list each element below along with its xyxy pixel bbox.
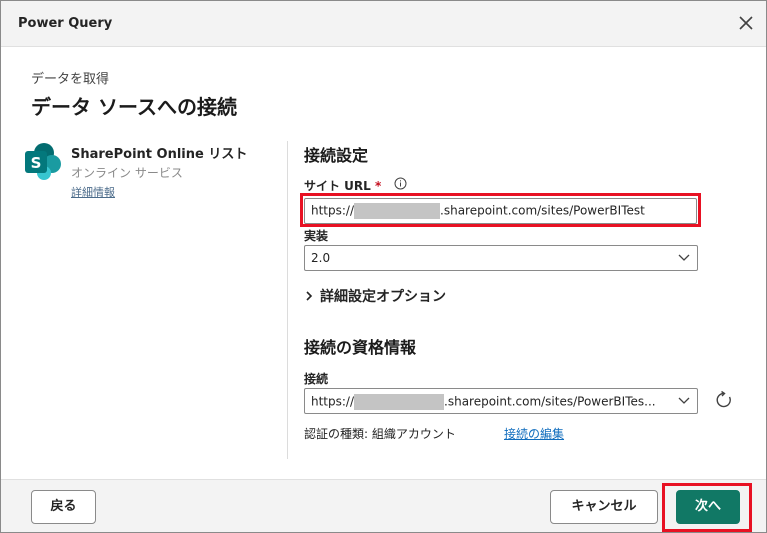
info-icon[interactable] xyxy=(394,177,407,190)
title-bar: Power Query xyxy=(1,1,766,47)
edit-connection-link[interactable]: 接続の編集 xyxy=(504,425,564,442)
site-url-label: サイト URL * xyxy=(304,179,382,193)
redacted-tenant xyxy=(354,203,441,219)
refresh-icon[interactable] xyxy=(714,390,734,410)
implementation-label: 実装 xyxy=(304,229,329,243)
auth-type-label: 認証の種類: 組織アカウント xyxy=(304,427,456,441)
required-marker: * xyxy=(375,179,382,193)
connection-settings-heading: 接続設定 xyxy=(304,146,369,165)
connection-label: 接続 xyxy=(304,372,329,386)
implementation-select[interactable]: 2.0 xyxy=(304,245,698,271)
cancel-button[interactable]: キャンセル xyxy=(550,490,658,524)
advanced-options-toggle[interactable]: 詳細設定オプション xyxy=(304,286,446,306)
window-title: Power Query xyxy=(18,16,113,31)
dialog-footer: 戻る キャンセル 次へ xyxy=(1,479,766,532)
implementation-value: 2.0 xyxy=(311,251,331,265)
breadcrumb: データを取得 xyxy=(31,72,110,87)
back-button[interactable]: 戻る xyxy=(31,490,96,524)
details-link[interactable]: 詳細情報 xyxy=(71,184,115,200)
close-icon[interactable] xyxy=(736,13,756,33)
chevron-down-icon xyxy=(678,397,690,404)
connection-suffix: .sharepoint.com/sites/PowerBITes... xyxy=(444,394,656,409)
connector-category: オンライン サービス xyxy=(71,166,183,180)
chevron-right-icon xyxy=(306,291,313,301)
connector-name: SharePoint Online リスト xyxy=(71,147,248,162)
connection-select[interactable]: https:// .sharepoint.com/sites/PowerBITes… xyxy=(304,388,698,414)
redacted-tenant xyxy=(354,394,445,410)
credentials-heading: 接続の資格情報 xyxy=(304,338,417,357)
advanced-options-label: 詳細設定オプション xyxy=(320,289,446,305)
page-title: データ ソースへの接続 xyxy=(31,95,237,119)
panel-divider xyxy=(287,141,288,459)
power-query-dialog: Power Query データを取得 データ ソースへの接続 S SharePo… xyxy=(0,0,767,533)
site-url-suffix: .sharepoint.com/sites/PowerBITest xyxy=(440,203,645,218)
chevron-down-icon xyxy=(678,254,690,261)
next-button[interactable]: 次へ xyxy=(676,490,740,524)
connection-prefix: https:// xyxy=(311,394,355,409)
site-url-prefix: https:// xyxy=(311,203,355,218)
svg-text:S: S xyxy=(31,154,42,172)
site-url-input[interactable]: https:// .sharepoint.com/sites/PowerBITes… xyxy=(304,198,697,224)
sharepoint-logo-icon: S xyxy=(25,143,61,180)
